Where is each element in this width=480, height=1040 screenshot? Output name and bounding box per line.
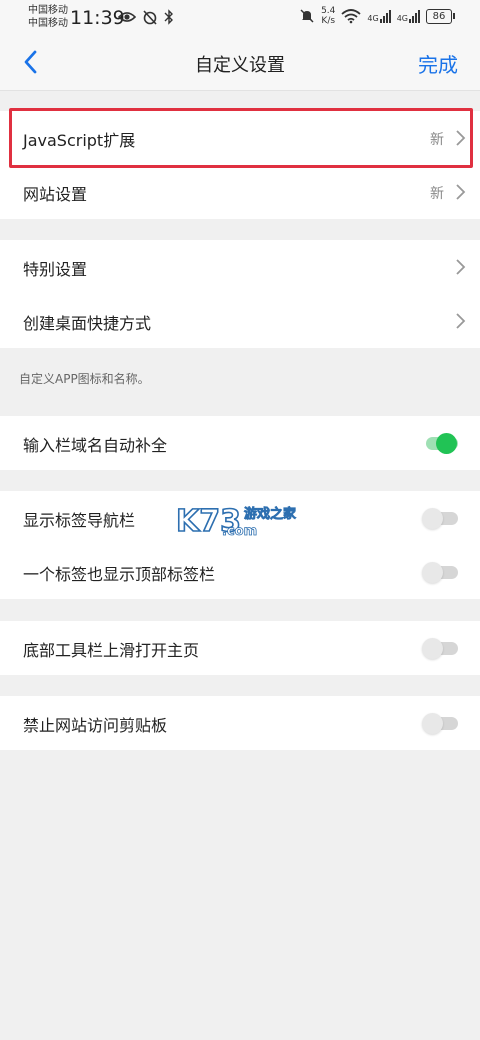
carrier-2: 中国移动 (28, 18, 68, 29)
signal-1-label: 4G (367, 13, 379, 23)
alarm-off-icon (143, 10, 157, 25)
row-label: 特别设置 (23, 260, 88, 279)
group-toolbar: 底部工具栏上滑打开主页 (0, 621, 480, 675)
toggle-knob (422, 508, 443, 529)
row-label: 创建桌面快捷方式 (23, 314, 152, 333)
row-site-settings[interactable]: 网站设置 新 (0, 165, 480, 219)
single-tab-top-bar-toggle[interactable] (422, 561, 458, 583)
row-domain-autocomplete: 输入栏域名自动补全 (0, 416, 480, 470)
chevron-right-icon (456, 184, 466, 200)
autocomplete-toggle[interactable] (422, 432, 458, 454)
toggle-knob (422, 638, 443, 659)
signal-2: 4G (396, 9, 420, 23)
status-bar: 中国移动 中国移动 11:39 5.4 K/s 4G 4G 86 (0, 0, 480, 36)
page-title: 自定义设置 (195, 55, 285, 76)
carrier-1: 中国移动 (28, 5, 68, 16)
toggle-knob (422, 713, 443, 734)
mute-icon (300, 9, 314, 23)
signal-1: 4G (367, 9, 391, 23)
group-autocomplete: 输入栏域名自动补全 (0, 416, 480, 470)
clipboard-toggle[interactable] (422, 712, 458, 734)
status-icons-right: 5.4 K/s 4G 4G 86 (299, 6, 455, 26)
signal-2-label: 4G (396, 13, 408, 23)
row-label: 显示标签导航栏 (23, 511, 136, 530)
highlight-box (9, 108, 473, 168)
battery-icon: 86 (426, 8, 455, 24)
bluetooth-icon (164, 9, 173, 25)
row-label: 一个标签也显示顶部标签栏 (23, 565, 216, 584)
new-badge: 新 (430, 186, 444, 202)
row-label: 底部工具栏上滑打开主页 (23, 641, 200, 660)
chevron-right-icon (456, 259, 466, 275)
row-toolbar-swipe-home: 底部工具栏上滑打开主页 (0, 621, 480, 675)
row-label: 输入栏域名自动补全 (23, 436, 168, 455)
speed-value: 5.4 (321, 6, 336, 16)
watermark-domain: .com (222, 524, 257, 539)
row-special-settings[interactable]: 特别设置 (0, 240, 480, 294)
toolbar-swipe-toggle[interactable] (422, 637, 458, 659)
signal-bars-icon (409, 9, 420, 23)
toggle-knob (422, 562, 443, 583)
row-block-clipboard: 禁止网站访问剪贴板 (0, 696, 480, 750)
toggle-knob (436, 433, 457, 454)
k73-watermark-logo: K73 游戏之家 .com (176, 503, 297, 540)
speed-unit: K/s (321, 16, 336, 26)
row-single-tab-top-bar: 一个标签也显示顶部标签栏 (0, 545, 480, 599)
status-time: 11:39 (70, 7, 125, 29)
signal-bars-icon (379, 9, 391, 23)
group-clipboard: 禁止网站访问剪贴板 (0, 696, 480, 750)
shortcut-note: 自定义APP图标和名称。 (19, 372, 150, 386)
row-desktop-shortcut[interactable]: 创建桌面快捷方式 (0, 294, 480, 348)
watermark-tagline: 游戏之家 (244, 506, 297, 522)
row-label: 禁止网站访问剪贴板 (23, 716, 168, 735)
tab-nav-bar-toggle[interactable] (422, 507, 458, 529)
done-button[interactable]: 完成 (418, 49, 458, 78)
eye-icon (118, 12, 136, 22)
chevron-right-icon (456, 313, 466, 329)
status-icons-left (118, 9, 174, 25)
carrier-names: 中国移动 中国移动 (28, 4, 68, 30)
nav-bar: 自定义设置 完成 (0, 36, 480, 91)
wifi-icon (341, 9, 362, 24)
network-speed: 5.4 K/s (321, 6, 335, 26)
row-label: 网站设置 (23, 185, 88, 204)
group-special: 特别设置 创建桌面快捷方式 (0, 240, 480, 348)
